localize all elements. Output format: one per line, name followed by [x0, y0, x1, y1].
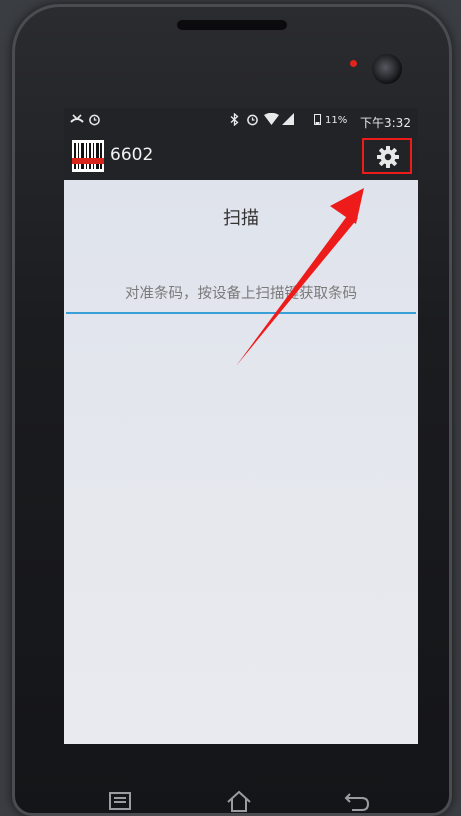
annotation-arrow: [236, 188, 364, 366]
